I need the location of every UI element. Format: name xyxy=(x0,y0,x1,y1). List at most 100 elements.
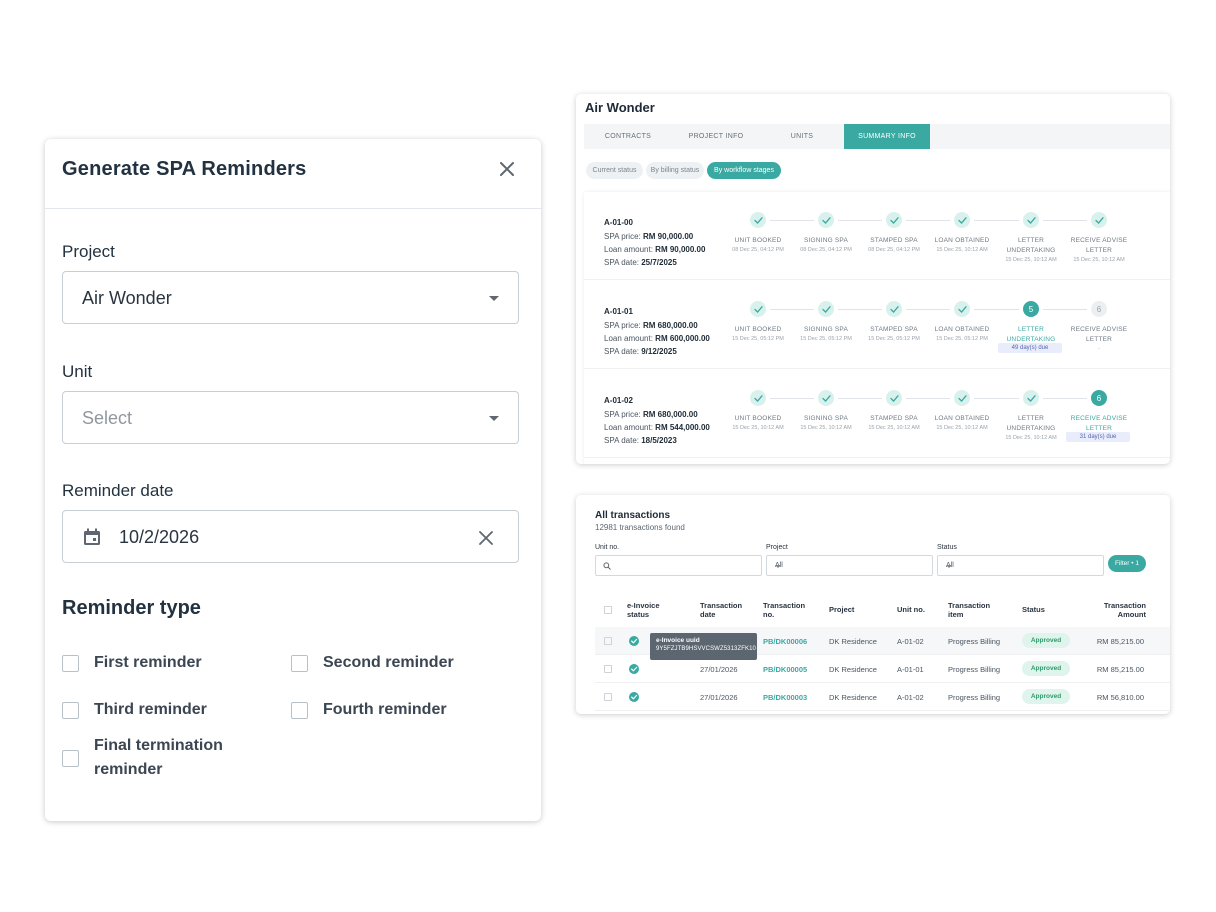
status-badge: Approved xyxy=(1022,689,1070,704)
spa-price: SPA price: RM 680,000.00 xyxy=(604,410,698,419)
unit-name: A-01-00 xyxy=(604,218,633,227)
check-icon xyxy=(1091,212,1107,228)
spa-price-value: RM 680,000.00 xyxy=(643,410,698,419)
stage-name: STAMPED SPA xyxy=(870,237,918,244)
row-checkbox[interactable] xyxy=(604,637,612,645)
transaction-no-link[interactable]: PB/DK00005 xyxy=(763,665,807,674)
amount-cell: RM 56,810.00 xyxy=(1096,693,1144,702)
spa-date-value: 9/12/2025 xyxy=(641,347,677,356)
reminder-type-heading: Reminder type xyxy=(62,597,201,619)
select-all-checkbox[interactable] xyxy=(604,606,612,614)
stage-name: LETTER UNDERTAKING xyxy=(1006,237,1056,254)
stage-name: SIGNING SPA xyxy=(804,415,848,422)
einvoice-uuid-tooltip: e-Invoice uuid 9Y5FZJTB9HSVVCSWZ5313ZFK1… xyxy=(650,633,757,660)
project-cell: DK Residence xyxy=(829,637,877,646)
reminder-date-label: Reminder date xyxy=(62,481,174,500)
reminder-date-field[interactable]: 10/2/2026 xyxy=(62,510,519,563)
stage-date: 15 Dec 25, 10:12 AM xyxy=(732,425,784,431)
filter-current-status[interactable]: Current status xyxy=(586,162,643,179)
stage-date: 15 Dec 25, 10:12 AM xyxy=(868,425,920,431)
unit-select[interactable]: Select xyxy=(62,391,519,444)
row-checkbox[interactable] xyxy=(604,693,612,701)
stage-date: 15 Dec 25, 10:12 AM xyxy=(1005,257,1057,263)
unit-search-input[interactable] xyxy=(595,555,762,576)
header-project: Project xyxy=(829,605,855,614)
dialog-divider xyxy=(45,208,541,209)
third-reminder-checkbox[interactable] xyxy=(62,702,79,719)
fourth-reminder-checkbox[interactable] xyxy=(291,702,308,719)
stage-name: SIGNING SPA xyxy=(804,326,848,333)
final-termination-reminder-checkbox[interactable] xyxy=(62,750,79,767)
clear-icon[interactable] xyxy=(479,531,493,545)
spa-date-value: 18/5/2023 xyxy=(641,436,677,445)
status-badge: Approved xyxy=(1022,633,1070,648)
stage-connector xyxy=(770,220,814,221)
tab-contracts[interactable]: CONTRACTS xyxy=(584,124,672,149)
table-row[interactable]: 27/01/2026 PB/DK00003 DK Residence A-01-02 P… xyxy=(595,683,1170,711)
header-einvoice-status: e-Invoice status xyxy=(627,601,660,619)
spa-price-value: RM 90,000.00 xyxy=(643,232,694,241)
filter-button[interactable]: Filter • 1 xyxy=(1108,555,1146,572)
check-icon xyxy=(886,212,902,228)
header-status: Status xyxy=(1022,605,1045,614)
first-reminder-label: First reminder xyxy=(94,654,202,671)
tab-units[interactable]: UNITS xyxy=(760,124,844,149)
stage-name: UNIT BOOKED xyxy=(734,326,782,333)
loan-amount-label: Loan amount: xyxy=(604,245,653,254)
loan-amount-label: Loan amount: xyxy=(604,334,653,343)
stage-date: 08 Dec 25, 04:12 PM xyxy=(800,247,852,253)
transactions-count: 12981 transactions found xyxy=(595,523,685,532)
project-select[interactable]: Air Wonder xyxy=(62,271,519,324)
loan-amount-value: RM 600,000.00 xyxy=(655,334,710,343)
stage-name: LETTER UNDERTAKING xyxy=(1006,415,1056,432)
row-checkbox[interactable] xyxy=(604,665,612,673)
check-icon xyxy=(886,390,902,406)
status-badge: Approved xyxy=(1022,661,1070,676)
spa-date: SPA date: 18/5/2023 xyxy=(604,436,677,445)
unit-select-placeholder: Select xyxy=(82,408,133,428)
close-icon[interactable] xyxy=(497,159,517,179)
due-badge: 31 day(s) due xyxy=(1066,432,1130,442)
header-transaction-date: Transaction date xyxy=(700,601,743,619)
check-circle-icon xyxy=(629,636,639,646)
stage-number: 6 xyxy=(1091,301,1107,317)
unit-row: A-01-02 SPA price: RM 680,000.00 Loan amou… xyxy=(584,370,1170,458)
transaction-no-link[interactable]: PB/DK00006 xyxy=(763,637,807,646)
spa-date: SPA date: 25/7/2025 xyxy=(604,258,677,267)
tooltip-title: e-Invoice uuid xyxy=(656,637,700,644)
first-reminder-checkbox[interactable] xyxy=(62,655,79,672)
filter-by-workflow-stages[interactable]: By workflow stages xyxy=(707,162,781,179)
stage-date: 15 Dec 25, 05:12 PM xyxy=(868,336,920,342)
spa-price-label: SPA price: xyxy=(604,232,641,241)
check-icon xyxy=(750,301,766,317)
chevron-down-icon xyxy=(946,565,952,568)
stage-connector xyxy=(906,309,950,310)
second-reminder-checkbox[interactable] xyxy=(291,655,308,672)
tab-project-info[interactable]: PROJECT INFO xyxy=(672,124,760,149)
check-icon xyxy=(954,212,970,228)
status-filter-select[interactable]: All xyxy=(937,555,1104,576)
transactions-panel: All transactions 12981 transactions foun… xyxy=(576,495,1170,714)
project-filter-select[interactable]: All xyxy=(766,555,933,576)
spa-date-label: SPA date: xyxy=(604,436,639,445)
project-summary-panel: Air Wonder CONTRACTS PROJECT INFO UNITS … xyxy=(576,94,1170,464)
project-filter-label: Project xyxy=(766,544,788,551)
stage-connector xyxy=(1043,309,1087,310)
unit-name: A-01-02 xyxy=(604,396,633,405)
tab-summary-info[interactable]: SUMMARY INFO xyxy=(844,124,930,149)
stage-name: LOAN OBTAINED xyxy=(934,237,990,244)
project-cell: DK Residence xyxy=(829,693,877,702)
stage-date: 15 Dec 25, 05:12 PM xyxy=(936,336,988,342)
filter-by-billing-status[interactable]: By billing status xyxy=(646,162,704,179)
transaction-no-link[interactable]: PB/DK00003 xyxy=(763,693,807,702)
project-label: Project xyxy=(62,242,115,261)
stage-date: 15 Dec 25, 10:12 AM xyxy=(1073,257,1125,263)
chevron-down-icon xyxy=(489,416,499,421)
stage-connector xyxy=(770,309,814,310)
second-reminder-label: Second reminder xyxy=(323,654,454,671)
stage-date: 15 Dec 25, 05:12 PM xyxy=(732,336,784,342)
check-icon xyxy=(818,212,834,228)
unit-filter-label: Unit no. xyxy=(595,544,620,551)
stage-connector xyxy=(838,309,882,310)
stage-date: 08 Dec 25, 04:12 PM xyxy=(732,247,784,253)
